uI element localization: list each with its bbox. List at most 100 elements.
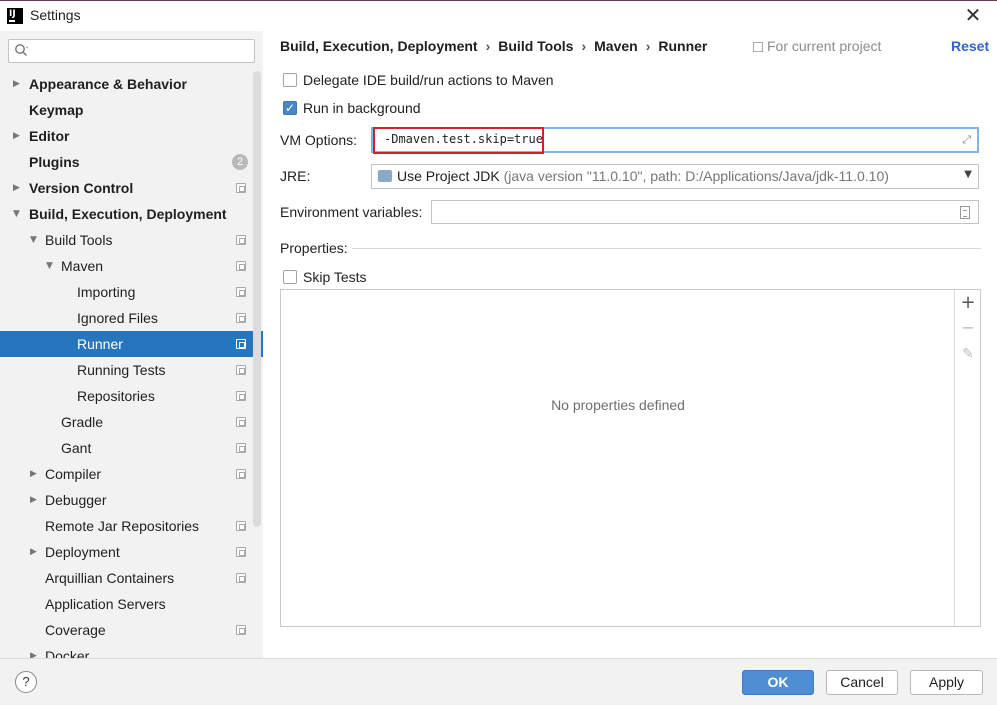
- collapse-arrow-icon[interactable]: ▼: [13, 201, 23, 227]
- remove-icon[interactable]: −: [960, 320, 976, 336]
- sidebar-item-remote-jar-repositories[interactable]: Remote Jar Repositories: [0, 513, 263, 539]
- sidebar-item-runner[interactable]: Runner: [0, 331, 263, 357]
- expand-arrow-icon[interactable]: ▶: [30, 643, 40, 658]
- project-scope-icon: [236, 235, 246, 245]
- sidebar-item-debugger[interactable]: ▶ Debugger: [0, 487, 263, 513]
- reset-link[interactable]: Reset: [951, 38, 989, 54]
- jre-select[interactable]: Use Project JDK (java version "11.0.10",…: [371, 164, 979, 189]
- add-icon[interactable]: +: [960, 294, 976, 312]
- update-count-badge: 2: [232, 154, 248, 170]
- sidebar-item-compiler[interactable]: ▶ Compiler: [0, 461, 263, 487]
- project-scope-icon: [236, 417, 246, 427]
- skip-tests-option[interactable]: Skip Tests: [283, 268, 367, 288]
- environment-variables-label: Environment variables:: [280, 204, 423, 220]
- sidebar-item-label: Build Tools: [45, 232, 113, 248]
- jre-label: JRE:: [280, 168, 311, 184]
- breadcrumb-item: Runner: [658, 38, 708, 54]
- collapse-arrow-icon[interactable]: ▼: [46, 253, 56, 279]
- sidebar-item-label: Build, Execution, Deployment: [29, 206, 227, 222]
- properties-divider: [352, 248, 981, 249]
- properties-list: No properties defined: [281, 290, 955, 626]
- sidebar-item-repositories[interactable]: Repositories: [0, 383, 263, 409]
- sidebar-item-plugins[interactable]: Plugins 2: [0, 149, 263, 175]
- project-scope-icon: [236, 547, 246, 557]
- project-scope-icon: [236, 573, 246, 583]
- sidebar-item-maven[interactable]: ▼ Maven: [0, 253, 263, 279]
- sidebar-item-label: Maven: [61, 258, 104, 274]
- sidebar-item-label: Application Servers: [45, 596, 166, 612]
- settings-content: Build, Execution, Deployment › Build Tools…: [263, 31, 997, 658]
- search-input[interactable]: [8, 39, 255, 63]
- delegate-build-label: Delegate IDE build/run actions to Maven: [303, 72, 554, 88]
- sidebar-item-running-tests[interactable]: Running Tests: [0, 357, 263, 383]
- collapse-arrow-icon[interactable]: ▼: [30, 227, 40, 253]
- sidebar-item-importing[interactable]: Importing: [0, 279, 263, 305]
- search-icon: [15, 44, 28, 57]
- vm-options-label: VM Options:: [280, 132, 358, 148]
- sidebar-item-label: Version Control: [29, 180, 134, 196]
- scope-indicator: For current project: [753, 38, 881, 54]
- sidebar-item-deployment[interactable]: ▶ Deployment: [0, 539, 263, 565]
- help-icon[interactable]: ?: [15, 671, 37, 693]
- apply-button[interactable]: Apply: [910, 670, 983, 695]
- project-scope-icon: [236, 443, 246, 453]
- sidebar-item-build-execution-deployment[interactable]: ▼ Build, Execution, Deployment: [0, 201, 263, 227]
- project-scope-icon: [236, 287, 246, 297]
- sidebar-item-appearance-behavior[interactable]: ▶ Appearance & Behavior: [0, 71, 263, 97]
- expand-field-icon[interactable]: ⤢: [962, 133, 971, 147]
- expand-arrow-icon[interactable]: ▶: [13, 71, 23, 97]
- chevron-down-icon[interactable]: ▼: [964, 169, 972, 180]
- skip-tests-checkbox[interactable]: [283, 270, 297, 284]
- sidebar-item-label: Gant: [61, 440, 92, 456]
- cancel-button[interactable]: Cancel: [826, 670, 898, 695]
- sidebar-item-docker[interactable]: ▶ Docker: [0, 643, 263, 658]
- sidebar-item-ignored-files[interactable]: Ignored Files: [0, 305, 263, 331]
- expand-arrow-icon[interactable]: ▶: [13, 175, 23, 201]
- sidebar-item-version-control[interactable]: ▶ Version Control: [0, 175, 263, 201]
- expand-arrow-icon[interactable]: ▶: [30, 487, 40, 513]
- breadcrumb-separator: ›: [581, 38, 587, 54]
- sidebar-scrollbar[interactable]: [253, 71, 261, 527]
- expand-arrow-icon[interactable]: ▶: [30, 461, 40, 487]
- expand-arrow-icon[interactable]: ▶: [30, 539, 40, 565]
- sidebar-item-label: Deployment: [45, 544, 120, 560]
- sidebar-item-label: Appearance & Behavior: [29, 76, 187, 92]
- sidebar-item-gradle[interactable]: Gradle: [0, 409, 263, 435]
- sidebar-item-build-tools[interactable]: ▼ Build Tools: [0, 227, 263, 253]
- sidebar-item-coverage[interactable]: Coverage: [0, 617, 263, 643]
- run-in-background-checkbox[interactable]: [283, 99, 297, 117]
- sidebar-item-label: Ignored Files: [77, 310, 158, 326]
- sidebar-item-gant[interactable]: Gant: [0, 435, 263, 461]
- project-scope-icon: [236, 469, 246, 479]
- expand-arrow-icon[interactable]: ▶: [13, 123, 23, 149]
- sidebar-item-arquillian-containers[interactable]: Arquillian Containers: [0, 565, 263, 591]
- breadcrumb-item: Maven: [594, 38, 638, 54]
- close-icon[interactable]: ✕: [962, 5, 984, 27]
- run-in-background-option[interactable]: Run in background: [283, 99, 421, 119]
- scope-label: For current project: [767, 38, 882, 54]
- properties-table[interactable]: No properties defined + − ✎: [280, 289, 981, 627]
- sidebar-item-label: Repositories: [77, 388, 155, 404]
- sidebar-item-label: Editor: [29, 128, 70, 144]
- delegate-build-option[interactable]: Delegate IDE build/run actions to Maven: [283, 71, 554, 91]
- delegate-build-checkbox[interactable]: [283, 73, 297, 87]
- properties-label: Properties:: [280, 240, 348, 256]
- sidebar-item-label: Runner: [77, 336, 123, 352]
- skip-tests-label: Skip Tests: [303, 269, 367, 285]
- environment-variables-field[interactable]: [431, 200, 979, 224]
- sidebar-item-editor[interactable]: ▶ Editor: [0, 123, 263, 149]
- browse-document-icon[interactable]: [960, 206, 970, 219]
- edit-icon[interactable]: ✎: [960, 346, 976, 362]
- jdk-folder-icon: [378, 170, 392, 182]
- project-scope-icon: [236, 365, 246, 375]
- vm-options-field[interactable]: -Dmaven.test.skip=true ⤢: [371, 127, 979, 154]
- sidebar-item-application-servers[interactable]: Application Servers: [0, 591, 263, 617]
- project-scope-icon: [236, 521, 246, 531]
- breadcrumb: Build, Execution, Deployment › Build Tools…: [280, 38, 707, 54]
- breadcrumb-item: Build, Execution, Deployment: [280, 38, 478, 54]
- sidebar-item-keymap[interactable]: Keymap: [0, 97, 263, 123]
- jre-detail: (java version "11.0.10", path: D:/Applic…: [503, 168, 889, 184]
- sidebar-item-label: Debugger: [45, 492, 107, 508]
- ok-button[interactable]: OK: [742, 670, 814, 695]
- dialog-footer: ? OK Cancel Apply: [0, 658, 997, 705]
